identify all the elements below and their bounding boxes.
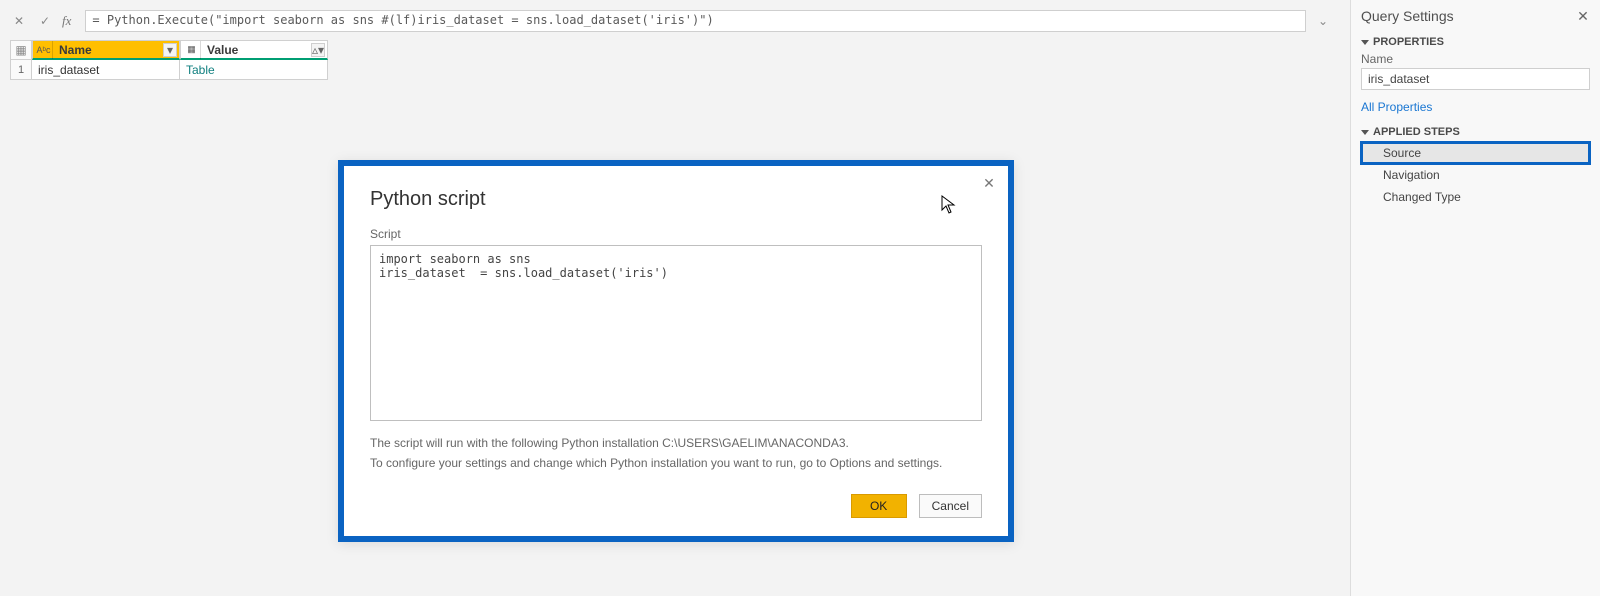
dialog-close-icon[interactable]: ✕	[980, 174, 998, 192]
caret-down-icon	[1361, 40, 1369, 45]
grid-header-row: ▦ Aᵇc Name ▾ ▦ Value ▵▾	[10, 40, 336, 60]
applied-steps-section-title[interactable]: APPLIED STEPS	[1361, 126, 1590, 138]
name-label: Name	[1361, 52, 1590, 66]
python-script-dialog: ✕ Python script Script The script will r…	[338, 160, 1014, 542]
properties-section-title[interactable]: PROPERTIES	[1361, 36, 1590, 48]
fx-label: fx	[62, 13, 71, 29]
cell-value-link[interactable]: Table	[180, 60, 328, 80]
formula-input[interactable]: = Python.Execute("import seaborn as sns …	[85, 10, 1306, 32]
dialog-title: Python script	[370, 188, 982, 211]
applied-steps-list: Source Navigation Changed Type	[1361, 142, 1590, 208]
column-expand-icon[interactable]: ▵▾	[311, 43, 325, 57]
table-row[interactable]: 1 iris_dataset Table	[10, 60, 336, 80]
column-header-name[interactable]: Aᵇc Name ▾	[32, 40, 180, 60]
table-selector-icon[interactable]: ▦	[10, 40, 32, 60]
formula-accept-icon[interactable]: ✓	[36, 12, 54, 30]
install-path-info: The script will run with the following P…	[370, 434, 982, 452]
script-textarea[interactable]	[370, 245, 982, 421]
configure-info: To configure your settings and change wh…	[370, 454, 982, 472]
table-type-icon: ▦	[183, 41, 201, 59]
column-label: Value	[207, 43, 238, 57]
applied-steps-title-text: APPLIED STEPS	[1373, 126, 1460, 138]
all-properties-link[interactable]: All Properties	[1361, 100, 1590, 114]
formula-dropdown-icon[interactable]: ⌄	[1314, 14, 1332, 28]
step-source[interactable]: Source	[1361, 142, 1590, 164]
column-label: Name	[59, 43, 92, 57]
row-number: 1	[10, 60, 32, 80]
script-label: Script	[370, 227, 982, 241]
formula-cancel-icon[interactable]: ✕	[10, 12, 28, 30]
query-name-input[interactable]	[1361, 68, 1590, 90]
panel-close-icon[interactable]: ✕	[1576, 9, 1590, 23]
ok-button[interactable]: OK	[851, 494, 907, 518]
column-filter-icon[interactable]: ▾	[163, 43, 177, 57]
abc-type-icon: Aᵇc	[35, 41, 53, 59]
step-changed-type[interactable]: Changed Type	[1361, 186, 1590, 208]
step-navigation[interactable]: Navigation	[1361, 164, 1590, 186]
properties-title-text: PROPERTIES	[1373, 36, 1444, 48]
cell-name[interactable]: iris_dataset	[32, 60, 180, 80]
cancel-button[interactable]: Cancel	[919, 494, 982, 518]
formula-bar: ✕ ✓ fx = Python.Execute("import seaborn …	[10, 10, 1332, 32]
caret-down-icon	[1361, 130, 1369, 135]
column-header-value[interactable]: ▦ Value ▵▾	[180, 40, 328, 60]
data-grid: ▦ Aᵇc Name ▾ ▦ Value ▵▾ 1 iris_dataset T…	[10, 40, 336, 80]
query-settings-panel: Query Settings ✕ PROPERTIES Name All Pro…	[1350, 0, 1600, 596]
panel-title: Query Settings	[1361, 8, 1454, 24]
